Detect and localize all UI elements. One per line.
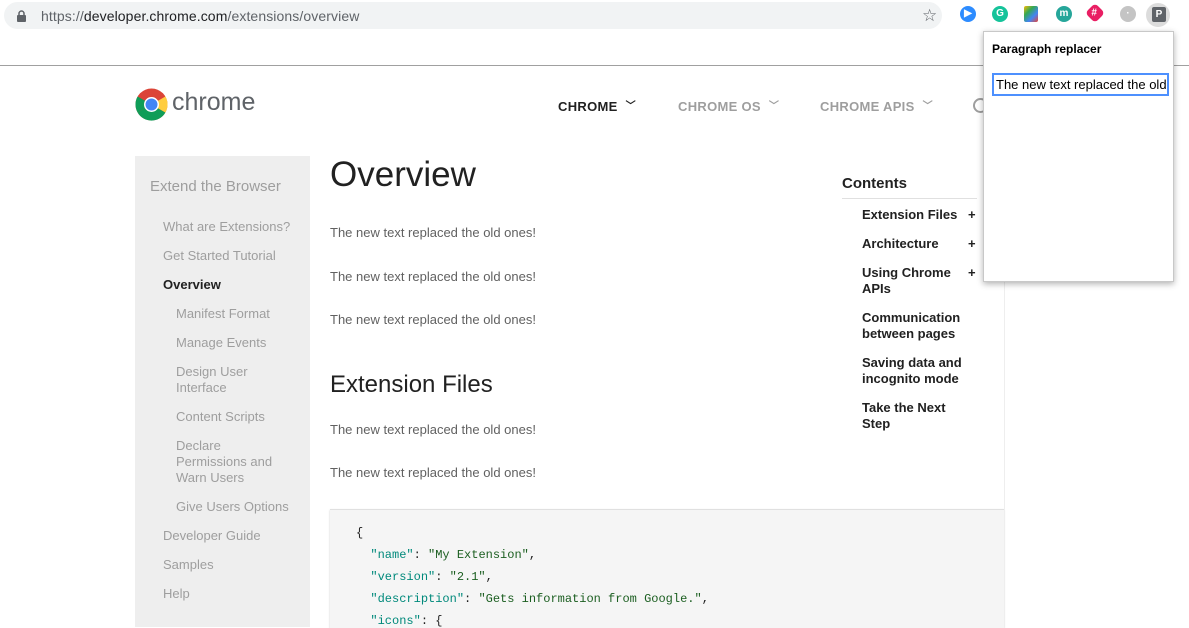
sidebar-item-overview[interactable]: Overview [163,277,293,293]
stats-extension-icon[interactable]: · [1120,6,1136,22]
sidebar-item-declare-permissions[interactable]: Declare Permissions and Warn Users [176,438,291,486]
sidebar-item-developer-guide[interactable]: Developer Guide [163,528,293,544]
extension-popup: Paragraph replacer The new text replaced… [983,31,1174,282]
paragraph-replacer-icon[interactable]: P [1152,7,1166,22]
sidebar-item-give-users-options[interactable]: Give Users Options [176,499,306,515]
code-line: { [356,526,364,540]
sidebar-item-what-are-extensions[interactable]: What are Extensions? [163,219,293,235]
url-host: developer.chrome.com [83,8,228,24]
sidebar-section-title[interactable]: Extend the Browser [150,178,281,195]
toc-item-extension-files[interactable]: Extension Files [862,207,967,223]
m-extension-icon[interactable]: m [1056,6,1072,22]
sidebar-item-design-ui[interactable]: Design User Interface [176,364,276,396]
toc-title: Contents [842,175,907,192]
expand-plus-icon[interactable]: + [968,236,976,251]
section-heading: Extension Files [330,371,493,398]
nav-chrome-os[interactable]: CHROME OS ﹀ [678,99,779,114]
docs-extension-icon[interactable] [1024,6,1038,22]
code-line: "icons": { [370,614,443,628]
paragraph: The new text replaced the old ones! [330,465,536,480]
sidebar-item-help[interactable]: Help [163,586,293,602]
site-logo-text[interactable]: chrome [172,88,255,117]
zoom-extension-icon[interactable]: ▶ [960,6,976,22]
paragraph: The new text replaced the old ones! [330,422,536,437]
expand-plus-icon[interactable]: + [968,207,976,222]
nav-chrome-os-label: CHROME OS [678,99,761,114]
code-block: { "name": "My Extension", "version": "2.… [330,509,1004,628]
code-line: "version": "2.1", [370,570,493,584]
sidebar-item-samples[interactable]: Samples [163,557,293,573]
page-title: Overview [330,155,476,194]
toc-item-architecture[interactable]: Architecture [862,236,967,252]
toc-divider [842,198,977,199]
url-path: /extensions/overview [227,8,360,24]
grammarly-extension-icon[interactable]: G [992,6,1008,22]
nav-chrome[interactable]: CHROME ﹀ [558,99,636,114]
sidebar-item-content-scripts[interactable]: Content Scripts [176,409,306,425]
expand-plus-icon[interactable]: + [968,265,976,280]
address-bar[interactable]: https://developer.chrome.com/extensions/… [4,2,942,29]
code-line: "description": "Gets information from Go… [370,592,709,606]
replacement-text-input[interactable]: The new text replaced the old ones! [992,73,1169,96]
sidebar-item-manage-events[interactable]: Manage Events [176,335,306,351]
paragraph: The new text replaced the old ones! [330,312,536,327]
chevron-down-icon: ﹀ [768,101,780,112]
chrome-logo-icon[interactable] [135,88,168,121]
toc-item-next-step[interactable]: Take the Next Step [862,400,962,432]
sidebar-item-get-started[interactable]: Get Started Tutorial [163,248,293,264]
nav-chrome-apis[interactable]: CHROME APIS ﹀ [820,99,933,114]
toc-item-communication[interactable]: Communication between pages [862,310,967,342]
chevron-down-icon: ﹀ [922,101,933,112]
lock-icon[interactable] [17,10,26,22]
left-sidebar: Extend the Browser What are Extensions? … [135,156,310,627]
code-line: "name": "My Extension", [370,548,537,562]
toc-item-using-chrome-apis[interactable]: Using Chrome APIs [862,265,962,297]
hash-extension-icon[interactable]: # [1085,3,1105,23]
bookmark-star-icon[interactable]: ☆ [922,7,937,25]
nav-chrome-apis-label: CHROME APIS [820,99,915,114]
nav-chrome-label: CHROME [558,99,618,114]
url-scheme: https:// [41,8,84,24]
paragraph: The new text replaced the old ones! [330,225,536,240]
sidebar-item-manifest-format[interactable]: Manifest Format [176,306,306,322]
url-text[interactable]: https://developer.chrome.com/extensions/… [41,8,359,24]
chevron-down-icon: ﹀ [625,101,636,112]
toc-item-saving-data[interactable]: Saving data and incognito mode [862,355,967,387]
popup-title: Paragraph replacer [992,42,1102,56]
paragraph: The new text replaced the old ones! [330,269,536,284]
